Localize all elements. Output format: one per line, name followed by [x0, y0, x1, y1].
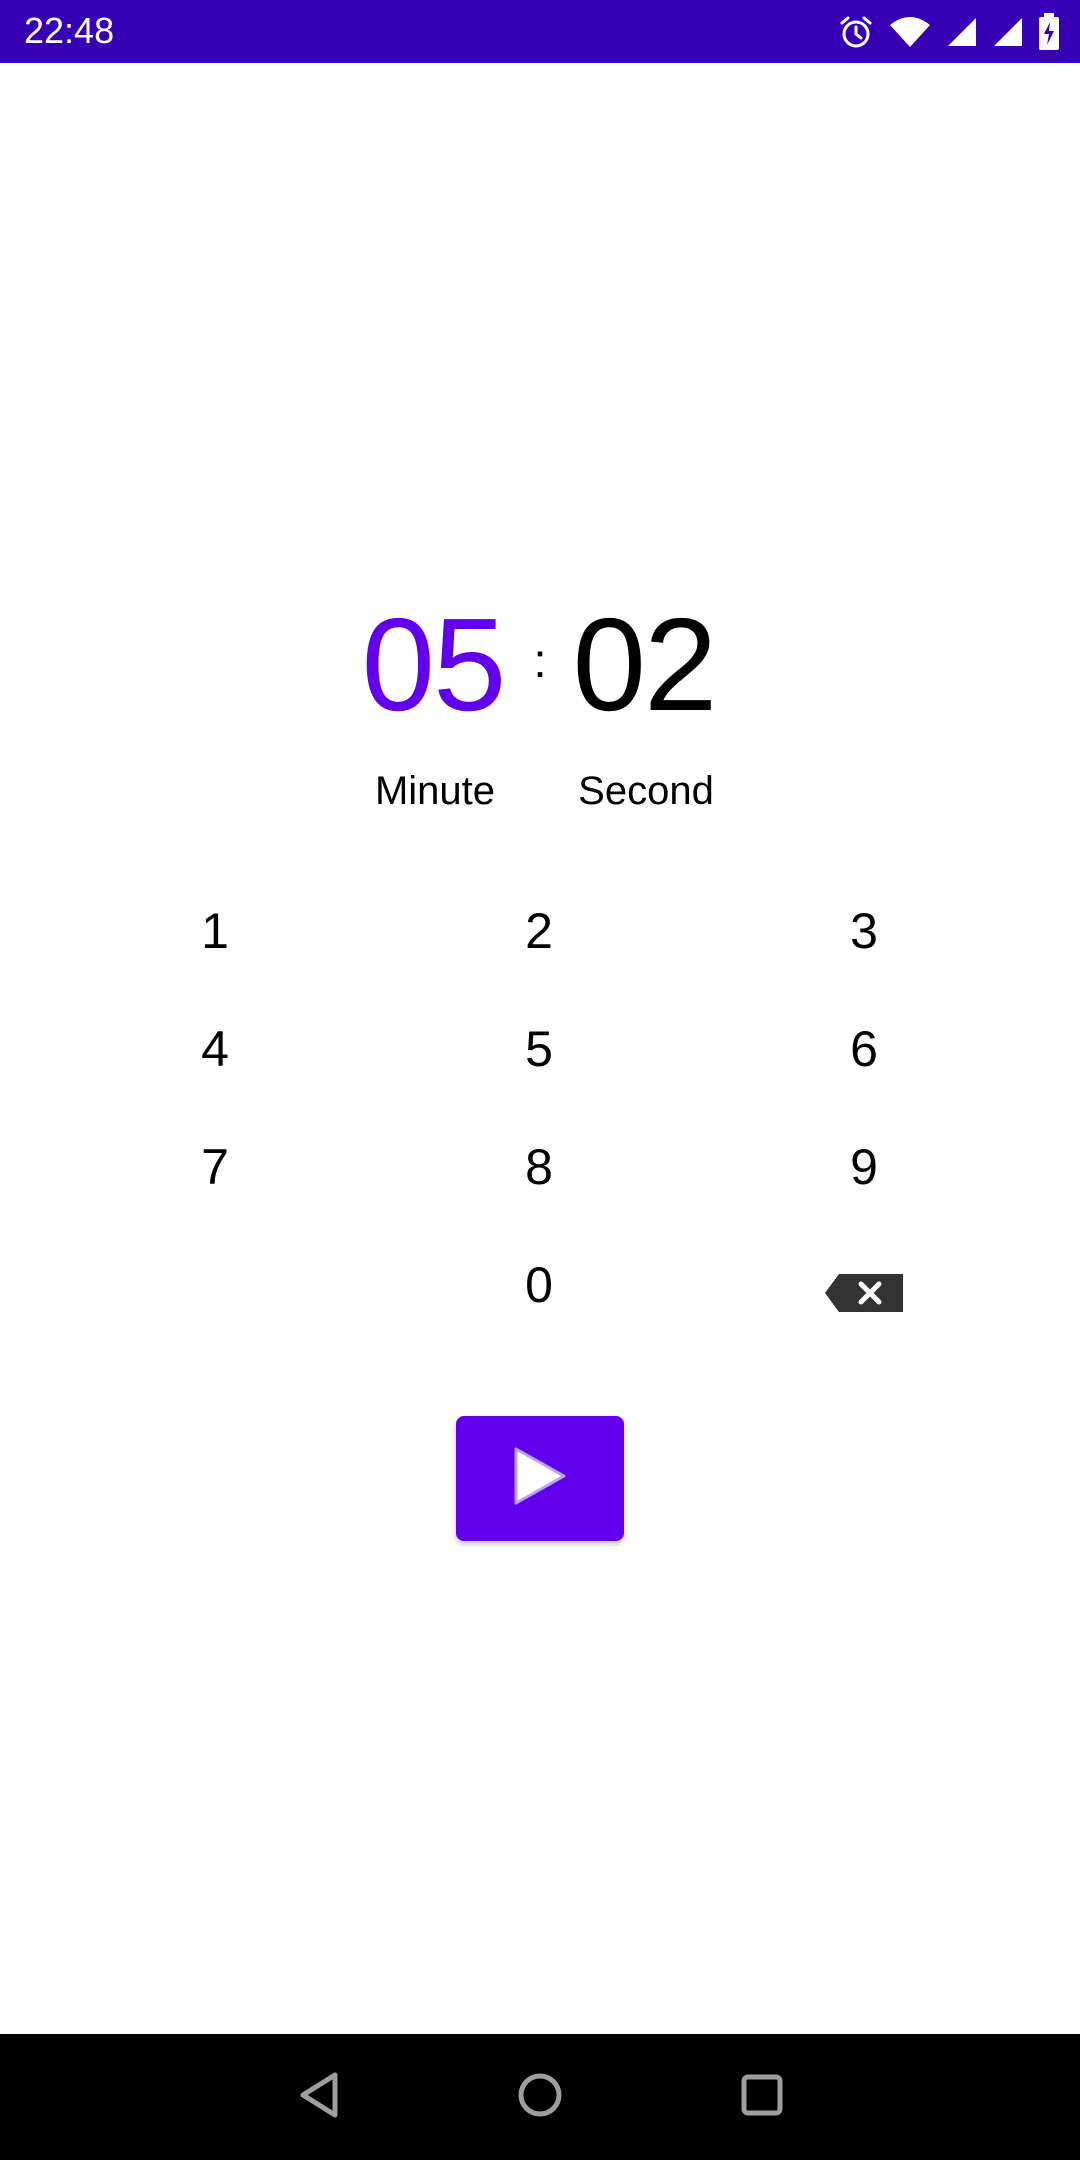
navigation-bar [0, 2034, 1080, 2160]
key-1[interactable]: 1 [135, 876, 295, 986]
signal-icon [992, 16, 1024, 48]
start-button[interactable] [456, 1416, 624, 1541]
second-label: Second [578, 769, 714, 813]
play-icon [512, 1445, 568, 1512]
minute-label: Minute [374, 769, 496, 813]
key-0[interactable]: 0 [459, 1230, 619, 1340]
status-bar: 22:48 [0, 0, 1080, 63]
back-icon [295, 2069, 343, 2126]
alarm-icon [838, 14, 874, 50]
timer-screen: 22:48 05: 02 Minute Second 1 2 3 4 5 6 … [0, 0, 1080, 2160]
status-icons [838, 12, 1060, 52]
key-6[interactable]: 6 [784, 994, 944, 1104]
key-7[interactable]: 7 [135, 1112, 295, 1222]
back-button[interactable] [284, 2064, 354, 2130]
home-button[interactable] [505, 2064, 575, 2130]
key-8[interactable]: 8 [459, 1112, 619, 1222]
backspace-icon [825, 1274, 903, 1312]
recents-button[interactable] [727, 2064, 797, 2130]
timer-display: 05 : 02 [0, 590, 1080, 740]
key-4[interactable]: 4 [135, 994, 295, 1104]
key-5[interactable]: 5 [459, 994, 619, 1104]
backspace-button[interactable] [784, 1238, 944, 1348]
key-9[interactable]: 9 [784, 1112, 944, 1222]
recents-icon [738, 2071, 786, 2124]
wifi-icon [888, 15, 932, 49]
battery-charging-icon [1038, 13, 1060, 51]
home-icon [515, 2070, 565, 2125]
minutes-display[interactable]: 05 [360, 590, 507, 740]
key-2[interactable]: 2 [459, 876, 619, 986]
signal-icon [946, 16, 978, 48]
time-separator: : [533, 635, 547, 688]
key-3[interactable]: 3 [784, 876, 944, 986]
status-time: 22:48 [24, 10, 115, 51]
seconds-display[interactable]: 02 [571, 590, 718, 740]
